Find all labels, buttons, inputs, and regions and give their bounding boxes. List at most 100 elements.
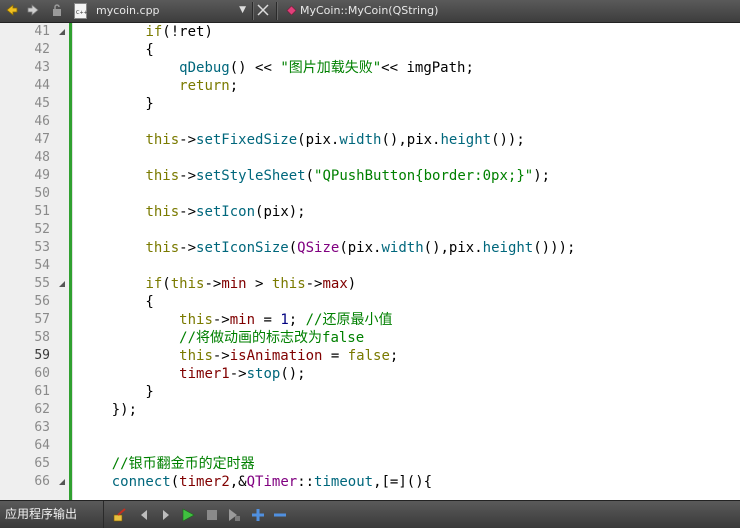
code-token: QSize: [297, 240, 340, 256]
code-token: ,&: [229, 474, 247, 490]
next-icon[interactable]: [158, 507, 174, 523]
code-line: //将做动画的标志改为false: [78, 329, 364, 347]
code-token: =: [255, 312, 281, 328]
code-token: (: [288, 240, 298, 256]
fold-marker-icon[interactable]: [58, 478, 66, 486]
back-arrow-icon[interactable]: [5, 3, 19, 17]
line-number: 52: [34, 222, 50, 237]
svg-text:C++: C++: [76, 10, 87, 16]
fold-marker-icon[interactable]: [58, 280, 66, 288]
code-token: ): [347, 276, 357, 292]
symbol-name: MyCoin::MyCoin(QString): [300, 4, 439, 17]
code-token: this: [145, 204, 180, 220]
cpp-file-icon: C++: [74, 3, 87, 19]
code-token: ,[=](){: [373, 474, 433, 490]
clear-output-icon[interactable]: [112, 507, 128, 523]
code-token: this: [145, 168, 180, 184]
code-token: QTimer: [246, 474, 298, 490]
run-icon[interactable]: [180, 507, 196, 523]
line-number: 59: [34, 348, 50, 363]
line-number: 64: [34, 438, 50, 453]
code-token: (: [162, 276, 171, 292]
code-token: ();: [280, 366, 306, 382]
code-line: connect(timer2,&QTimer::timeout,[=](){: [78, 473, 432, 491]
code-token: =: [322, 348, 348, 364]
code-token: height: [482, 240, 534, 256]
code-token: "QPushButton{border:0px;}": [314, 168, 534, 184]
code-token: ;: [229, 78, 239, 94]
editor-toolbar: C++ mycoin.cpp ▼ MyCoin::MyCoin(QString): [0, 0, 740, 23]
code-token: setIconSize: [196, 240, 289, 256]
code-editor[interactable]: 41 42 43 44 45 46 47 48 49 50 51 52 53 54 55 56 57 58 59 60…: [0, 23, 740, 500]
code-line: this->isAnimation = false;: [78, 347, 398, 365]
code-line: //银币翻金币的定时器: [78, 455, 255, 473]
code-token: this: [145, 240, 180, 256]
code-token: });: [78, 402, 138, 418]
close-icon[interactable]: [256, 3, 270, 17]
code-token: width: [381, 240, 424, 256]
zoom-out-icon[interactable]: [272, 507, 288, 523]
code-token: ->: [179, 204, 197, 220]
line-number: 51: [34, 204, 50, 219]
code-token: ->: [179, 240, 197, 256]
code-token: this: [170, 276, 205, 292]
line-number-gutter: 41 42 43 44 45 46 47 48 49 50 51 52 53 54 55 56 57 58 59 60…: [0, 23, 73, 500]
code-token: //银币翻金币的定时器: [111, 456, 255, 472]
code-token: setIcon: [196, 204, 256, 220]
code-token: if: [145, 276, 163, 292]
file-selector[interactable]: mycoin.cpp ▼: [92, 2, 250, 19]
code-token: this: [179, 312, 213, 328]
line-number: 63: [34, 420, 50, 435]
toolbar-separator: [276, 2, 278, 20]
line-number: 47: [34, 132, 50, 147]
code-line: });: [78, 401, 137, 419]
code-token: timer2: [179, 474, 230, 490]
code-token: min: [221, 276, 247, 292]
code-token: this: [179, 348, 213, 364]
fold-marker-icon[interactable]: [58, 28, 66, 36]
code-token: return: [179, 78, 230, 94]
code-token: (),pix.: [423, 240, 483, 256]
code-token: ->: [305, 276, 323, 292]
code-token: }: [78, 384, 154, 400]
code-token: (),pix.: [381, 132, 441, 148]
code-line: return;: [78, 77, 238, 95]
code-token: //还原最小值: [305, 312, 393, 328]
zoom-in-icon[interactable]: [250, 507, 266, 523]
symbol-selector[interactable]: MyCoin::MyCoin(QString): [282, 2, 740, 19]
code-token: ->: [179, 168, 197, 184]
code-line: if(!ret): [78, 23, 212, 41]
code-token: >: [246, 276, 272, 292]
code-line: this->setIconSize(QSize(pix.width(),pix.…: [78, 239, 575, 257]
code-token: ->: [204, 276, 222, 292]
attach-debugger-icon[interactable]: [226, 507, 242, 523]
code-token: << imgPath;: [381, 60, 474, 76]
code-token: timeout: [314, 474, 374, 490]
stop-icon[interactable]: [204, 507, 220, 523]
previous-icon[interactable]: [136, 507, 152, 523]
forward-arrow-icon[interactable]: [26, 3, 40, 17]
chevron-down-icon: ▼: [239, 5, 246, 15]
line-number: 66: [34, 474, 50, 489]
lock-icon[interactable]: [50, 3, 64, 17]
method-icon: [286, 5, 297, 16]
code-line: timer1->stop();: [78, 365, 306, 383]
toolbar-separator: [252, 2, 254, 20]
code-token: false: [347, 348, 390, 364]
line-number: 54: [34, 258, 50, 273]
code-token: max: [322, 276, 348, 292]
line-number: 41: [34, 24, 50, 39]
code-token: this: [145, 132, 180, 148]
code-line: this->setFixedSize(pix.width(),pix.heigh…: [78, 131, 524, 149]
application-output-tab[interactable]: 应用程序输出: [0, 501, 104, 528]
code-line: this->min = 1; //还原最小值: [78, 311, 392, 329]
